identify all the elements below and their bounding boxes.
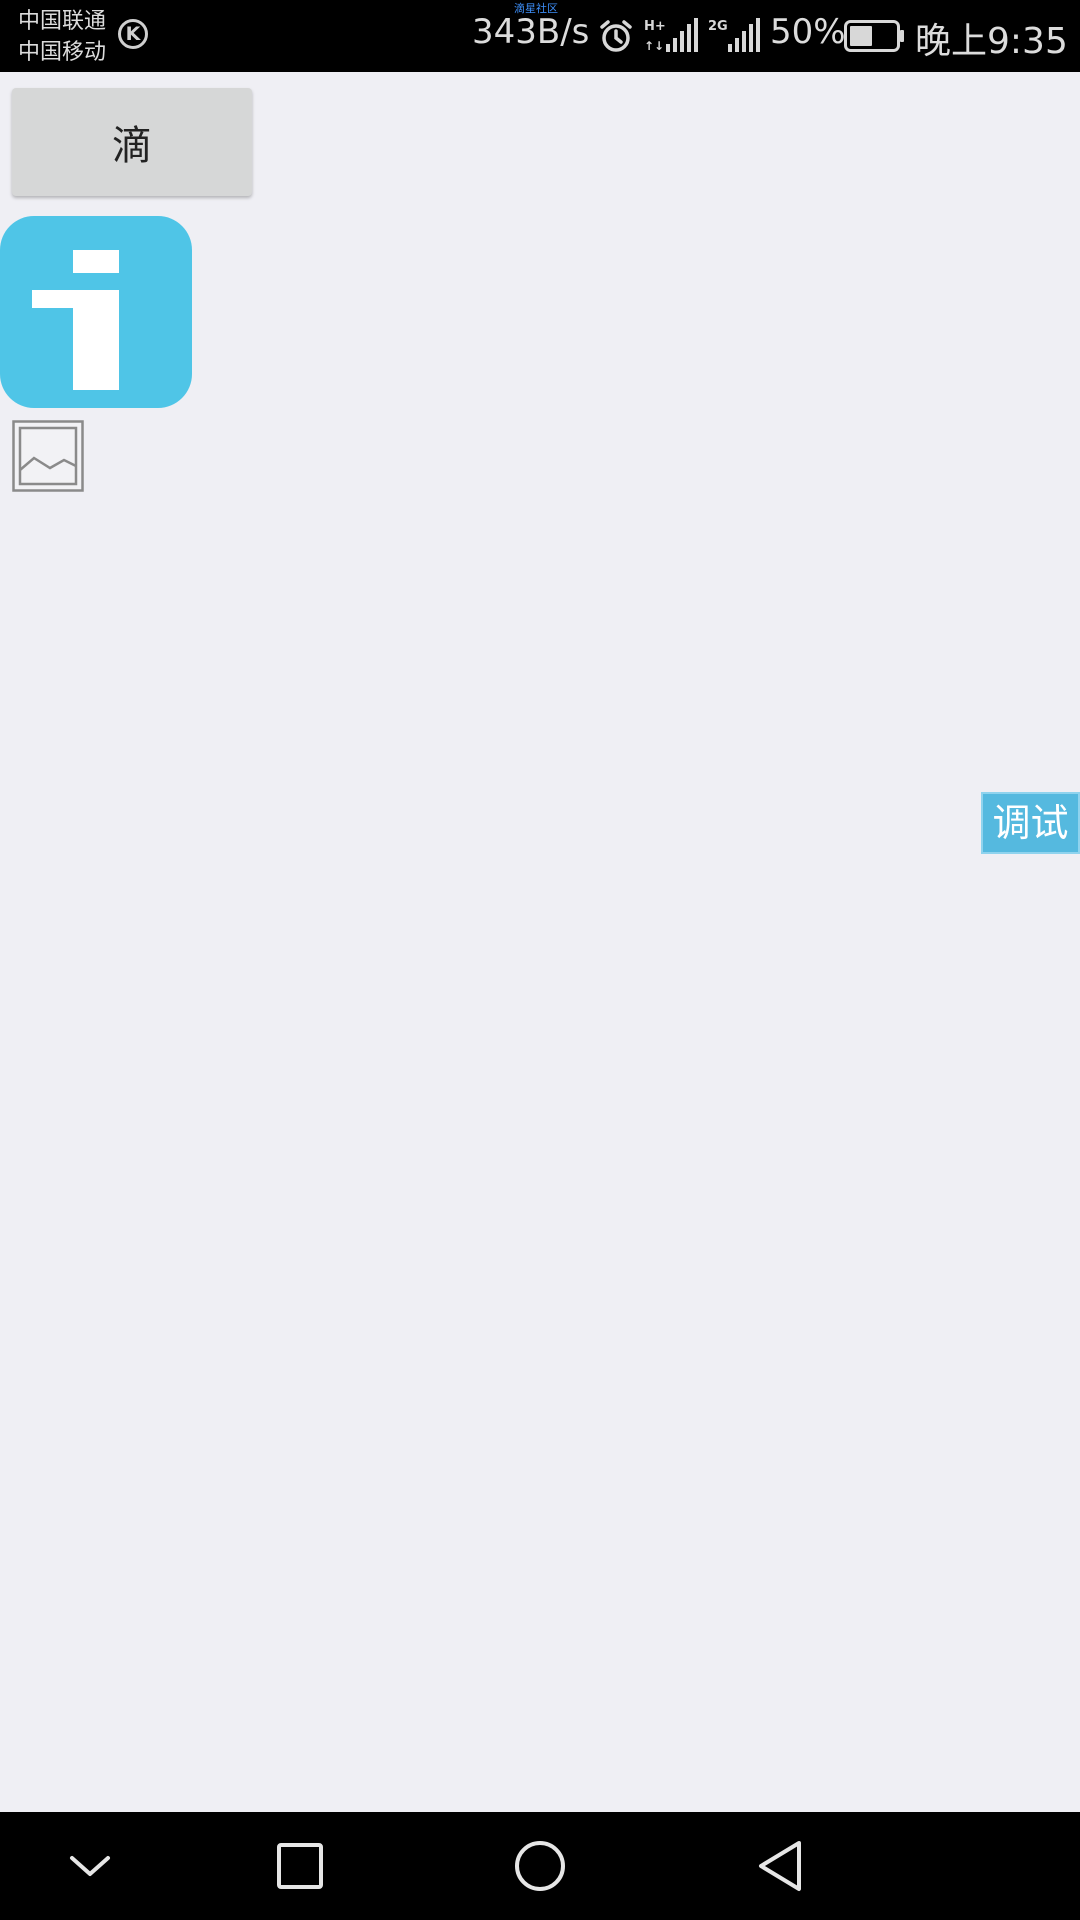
nav-collapse-button[interactable]: [30, 1812, 150, 1920]
info-i-icon: [32, 250, 119, 390]
drip-button[interactable]: 滴: [12, 88, 252, 196]
broken-image-icon: [12, 420, 84, 492]
carrier-1: 中国联通: [18, 9, 107, 34]
k-circle-icon: K: [118, 19, 148, 49]
triangle-back-icon: [759, 1841, 801, 1891]
network-speed: 343B/s: [472, 12, 590, 52]
square-recents-icon: [277, 1843, 323, 1889]
carrier-names: 中国联通 中国移动: [18, 6, 106, 68]
alarm-icon: [600, 20, 632, 52]
nav-recents-button[interactable]: [240, 1812, 360, 1920]
circle-home-icon: [515, 1841, 565, 1891]
nav-home-button[interactable]: [480, 1812, 600, 1920]
signal-data-arrows: ↑↓: [644, 39, 664, 53]
carrier-2: 中国移动: [18, 40, 107, 65]
signal-strength-icon: H+ ↑↓: [644, 18, 698, 53]
signal-1-label: H+: [644, 19, 666, 34]
debug-button[interactable]: 调试: [981, 792, 1080, 854]
screen: 中国联通 中国移动 K 滴星社区 343B/s H+ ↑↓ 2G 50% 晚上9…: [0, 0, 1080, 1920]
battery-icon: [844, 20, 904, 52]
status-bar: 中国联通 中国移动 K 滴星社区 343B/s H+ ↑↓ 2G 50% 晚上9…: [0, 0, 1080, 72]
clock-time: 晚上9:35: [915, 21, 1068, 62]
nav-bar: [0, 1812, 1080, 1920]
signal-2-label: 2G: [708, 19, 728, 34]
nav-back-button[interactable]: [720, 1812, 840, 1920]
info-tile[interactable]: [0, 216, 192, 408]
battery-percent: 50%: [770, 12, 846, 52]
signal-strength-2-icon: 2G: [708, 18, 760, 52]
chevron-down-icon: [70, 1856, 110, 1876]
